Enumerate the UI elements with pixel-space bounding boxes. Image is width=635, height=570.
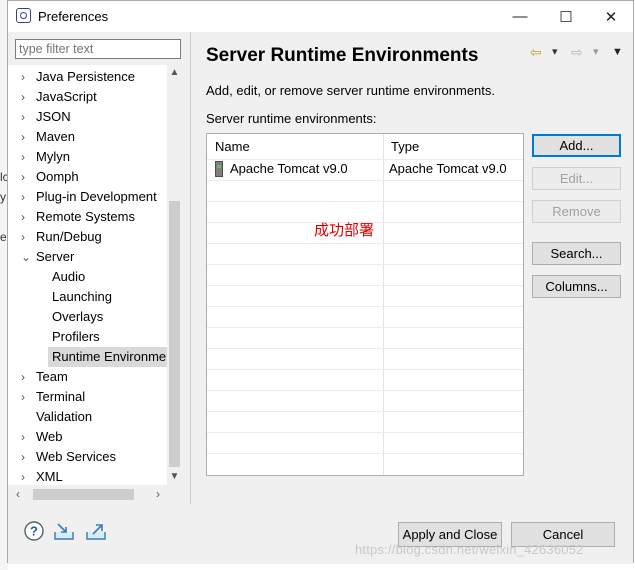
row-divider [207,390,523,391]
row-divider [207,453,523,454]
tree-item-label: Run/Debug [36,229,102,244]
preferences-tree: › Java Persistence › JavaScript › JSON › Maven ›… [8,65,169,485]
page-description: Add, edit, or remove server runtime envi… [206,83,496,98]
chevron-right-icon[interactable]: › [21,127,31,147]
tree-item-label: Profilers [52,329,100,344]
chevron-right-icon[interactable]: › [21,227,31,247]
chevron-right-icon[interactable]: › [21,367,31,387]
column-header-name[interactable]: Name [207,134,383,159]
chevron-right-icon[interactable]: › [21,187,31,207]
preference-page: Server Runtime Environments ⇦ ▾ ⇨ ▾ ▼ Ad… [191,32,635,504]
export-icon[interactable] [85,520,107,542]
eclipse-icon [16,8,31,23]
runtime-environments-table[interactable]: Name Type Apache Tomcat v9.0 Apache Tomc… [206,133,524,476]
tree-item-label: Java Persistence [36,69,135,84]
column-header-type[interactable]: Type [383,134,523,159]
watermark: https://blog.csdn.net/weixin_42636052 [355,542,584,557]
row-divider [207,243,523,244]
background-text: y [0,190,6,204]
table-cell-type[interactable]: Apache Tomcat v9.0 [389,158,507,180]
minimize-button[interactable]: — [497,1,543,32]
tree-item-label: Audio [52,269,86,284]
preferences-dialog: Preferences — ☐ ✕ › Java Persistence › Java… [7,0,635,564]
preferences-tree-panel: › Java Persistence › JavaScript › JSON › Maven ›… [8,32,190,504]
forward-arrow-icon: ⇨ [571,44,583,60]
view-menu-icon[interactable]: ▼ [612,42,623,62]
row-divider [207,411,523,412]
back-arrow-icon[interactable]: ⇦ [530,42,542,62]
edit-button[interactable]: Edit... [532,167,621,190]
window-title: Preferences [38,9,109,24]
row-divider [207,201,523,202]
tree-item-label: Terminal [36,389,86,404]
scroll-right-icon[interactable]: › [150,486,166,503]
close-button[interactable]: ✕ [588,1,634,32]
tree-item-label: Runtime Environme [52,349,167,364]
row-divider [207,432,523,433]
page-title: Server Runtime Environments [206,45,479,66]
search-button[interactable]: Search... [532,242,621,265]
tree-item-label: Team [36,369,68,384]
scroll-thumb[interactable] [33,489,134,500]
row-divider [207,348,523,349]
tree-item-label: Overlays [52,309,104,324]
svg-text:?: ? [30,524,38,539]
chevron-down-icon[interactable]: ⌄ [21,247,31,267]
tree-item-label: Launching [52,289,112,304]
column-divider [383,134,384,475]
forward-menu-icon: ▾ [593,46,599,58]
maximize-button[interactable]: ☐ [543,1,589,32]
import-icon[interactable] [53,520,75,542]
tree-vertical-scrollbar[interactable]: ▲ ▼ [167,65,182,485]
server-runtime-icon [215,161,223,177]
chevron-right-icon[interactable]: › [21,447,31,467]
row-divider [207,306,523,307]
row-divider [207,369,523,370]
chevron-right-icon[interactable]: › [21,107,31,127]
environments-label: Server runtime environments: [206,111,377,126]
add-button[interactable]: Add... [532,134,621,157]
row-divider [207,180,523,181]
title-bar[interactable]: Preferences — ☐ ✕ [8,1,633,32]
columns-button[interactable]: Columns... [532,275,621,298]
tree-item-label: Validation [36,409,93,424]
back-menu-icon[interactable]: ▾ [552,42,558,62]
annotation-text: 成功部署 [314,222,375,239]
filter-input[interactable] [15,39,181,59]
tree-item-label: JSON [36,109,71,124]
chevron-right-icon[interactable]: › [21,467,31,485]
tree-item-label: Web Services [36,449,116,464]
row-divider [207,285,523,286]
tree-item-label: XML [36,469,63,484]
row-divider [207,327,523,328]
tree-item-label: JavaScript [36,89,97,104]
chevron-right-icon[interactable]: › [21,167,31,187]
chevron-right-icon[interactable]: › [21,387,31,407]
row-divider [207,264,523,265]
table-cell-name[interactable]: Apache Tomcat v9.0 [230,158,348,180]
tree-item-label: Server [36,249,75,264]
chevron-right-icon[interactable]: › [21,67,31,87]
chevron-right-icon[interactable]: › [21,87,31,107]
chevron-right-icon[interactable]: › [21,427,31,447]
tree-item-label: Oomph [36,169,79,184]
scroll-down-icon[interactable]: ▼ [167,469,182,485]
scroll-up-icon[interactable]: ▲ [167,65,182,81]
tree-horizontal-scrollbar[interactable]: ‹ › [8,486,168,503]
tree-item-label: Plug-in Development [36,189,157,204]
chevron-right-icon[interactable]: › [21,147,31,167]
tree-item-label: Mylyn [36,149,70,164]
scroll-thumb[interactable] [169,201,180,467]
tree-item-label: Maven [36,129,76,144]
remove-button[interactable]: Remove [532,200,621,223]
tree-item-label: Remote Systems [36,209,135,224]
chevron-right-icon[interactable]: › [21,207,31,227]
help-icon[interactable]: ? [23,520,45,542]
tree-item-label: Web [36,429,63,444]
scroll-left-icon[interactable]: ‹ [10,486,26,503]
tree-item-runtime-environme[interactable]: Runtime Environme [48,347,168,367]
